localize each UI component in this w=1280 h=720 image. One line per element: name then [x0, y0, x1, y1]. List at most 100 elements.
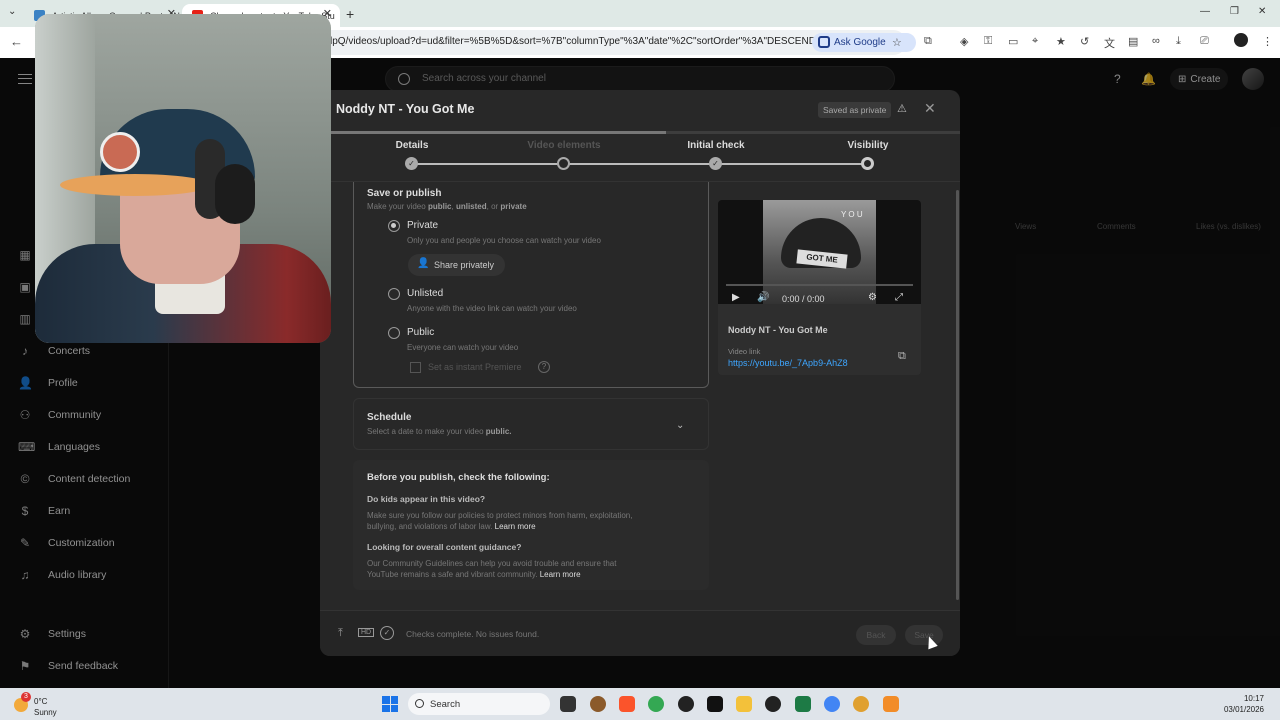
dialog-scrollbar[interactable] [956, 190, 959, 600]
learn-more-link[interactable]: Learn more [495, 522, 536, 531]
option-desc-private: Only you and people you choose can watch… [407, 236, 601, 245]
share-privately-button[interactable]: 👤 Share privately [408, 254, 505, 276]
location-icon[interactable]: ⌖ [1032, 35, 1038, 48]
download-icon[interactable]: ⤓ [1176, 35, 1181, 48]
vlc-icon[interactable] [883, 696, 899, 712]
video-preview-card: Y O U GOT ME ▶ 🔊 0:00 / 0:00 ⚙ ⤢ Noddy N… [718, 200, 921, 375]
app-icon[interactable] [590, 696, 606, 712]
save-button[interactable]: Save [905, 625, 943, 645]
history-icon[interactable]: ↺ [1080, 35, 1089, 48]
excel-icon[interactable] [795, 696, 811, 712]
schedule-sub-bold: public. [485, 427, 512, 436]
upload-progress-fill [320, 131, 666, 134]
volume-icon[interactable]: 🔊 [757, 292, 769, 303]
option-label-unlisted[interactable]: Unlisted [407, 288, 443, 299]
extensions-icon[interactable]: ⧉ [924, 35, 932, 48]
option-label-public[interactable]: Public [407, 327, 434, 338]
check-icon: ✓ [709, 157, 722, 170]
fullscreen-icon[interactable]: ⤢ [895, 292, 903, 303]
step-video-elements[interactable]: Video elements [514, 140, 614, 151]
section-subtitle: Make your video public, unlisted, or pri… [367, 202, 527, 211]
tiktok-icon[interactable] [707, 696, 723, 712]
schedule-sub-prefix: Select a date to make your video [367, 427, 484, 436]
radio-unlisted[interactable] [388, 288, 400, 300]
video-link[interactable]: https://youtu.be/_7Apb9-AhZ8 [728, 358, 848, 368]
close-icon[interactable]: ✕ [924, 100, 936, 117]
profile-avatar-icon[interactable] [1234, 33, 1248, 47]
url-text: lpQ/videos/upload?d=ud&filter=%5B%5D&sor… [330, 36, 835, 47]
bookmarks-icon[interactable]: ★ [1056, 35, 1066, 48]
schedule-heading: Schedule [367, 412, 412, 423]
taskbar-search[interactable]: Search [408, 693, 550, 715]
checklist-answer-guidance: Our Community Guidelines can help you av… [367, 558, 637, 580]
subtitle-prefix: Make your video [367, 202, 426, 211]
step-details[interactable]: Details [382, 140, 442, 151]
upload-dialog: Noddy NT - You Got Me Saved as private ⚠… [320, 90, 960, 656]
menu-kebab-icon[interactable]: ⋮ [1262, 35, 1273, 48]
step-visibility[interactable]: Visibility [838, 140, 898, 151]
option-label-private[interactable]: Private [407, 220, 438, 231]
instant-premiere-checkbox[interactable] [410, 362, 421, 373]
save-or-publish-section: Save or publish Make your video public, … [353, 182, 709, 388]
weather-badge: 3 [21, 692, 31, 702]
radio-private[interactable] [388, 220, 400, 232]
minimize-icon[interactable]: — [1200, 6, 1210, 17]
reading-icon[interactable]: ▤ [1128, 35, 1138, 48]
upload-progress-bar [320, 131, 960, 134]
section-heading: Save or publish [367, 188, 442, 199]
copy-icon[interactable]: ⧉ [898, 350, 906, 363]
app-icon[interactable] [853, 696, 869, 712]
restore-icon[interactable]: ❐ [1230, 6, 1239, 17]
tab-search-icon[interactable]: ⌄ [8, 6, 16, 17]
weather-temp: 0°C [34, 697, 48, 706]
window-close-icon[interactable]: ✕ [1258, 6, 1266, 17]
headphones-earcup [215, 164, 255, 224]
option-desc-public: Everyone can watch your video [407, 343, 519, 352]
video-thumbnail: Y O U GOT ME [763, 200, 876, 304]
learn-more-link[interactable]: Learn more [540, 570, 581, 579]
app-icon[interactable] [678, 696, 694, 712]
subtitle-public: public [427, 202, 452, 211]
video-scrubber[interactable] [726, 284, 913, 286]
step-initial-check[interactable]: Initial check [676, 140, 756, 151]
file-explorer-icon[interactable] [736, 696, 752, 712]
schedule-subtitle: Select a date to make your video public. [367, 427, 512, 436]
gear-icon[interactable]: ⚙ [868, 292, 877, 303]
video-title: Noddy NT - You Got Me [728, 325, 828, 335]
card-icon[interactable]: ▭ [1008, 35, 1018, 48]
new-tab-icon[interactable]: + [346, 6, 354, 22]
chevron-down-icon[interactable]: ⌄ [676, 420, 684, 431]
extension-icon[interactable]: ◈ [960, 35, 968, 48]
help-icon[interactable]: ? [538, 361, 550, 373]
clock-time: 10:17 [1243, 694, 1264, 703]
dialog-title: Noddy NT - You Got Me [336, 102, 475, 116]
task-view-icon[interactable] [560, 696, 576, 712]
saved-status-badge: Saved as private [818, 102, 892, 118]
video-player[interactable]: Y O U GOT ME ▶ 🔊 0:00 / 0:00 ⚙ ⤢ [718, 200, 921, 304]
taskbar-search-label: Search [430, 698, 461, 710]
schedule-section[interactable]: Schedule Select a date to make your vide… [353, 398, 709, 450]
brave-icon[interactable] [619, 696, 635, 712]
link-icon[interactable]: ∞ [1152, 35, 1160, 47]
prepublish-checklist: Before you publish, check the following:… [353, 460, 709, 590]
weather-condition: Sunny [34, 708, 57, 717]
app-icon[interactable] [765, 696, 781, 712]
back-arrow-icon[interactable]: ← [10, 34, 23, 49]
current-step-icon [861, 157, 874, 170]
windows-taskbar: 3 0°C Sunny Search 10:17 03/01/2026 [0, 688, 1280, 720]
subtitle-private: private [500, 202, 527, 211]
bookmark-star-icon[interactable]: ☆ [892, 36, 902, 49]
translate-icon[interactable]: 文 [1104, 35, 1115, 51]
clock-date: 03/01/2026 [1223, 705, 1264, 714]
chrome-active-icon[interactable] [824, 696, 840, 712]
back-button[interactable]: Back [856, 625, 896, 645]
windows-start-icon[interactable] [382, 696, 398, 712]
cast-icon[interactable]: ⎚ [1200, 35, 1209, 48]
radio-public[interactable] [388, 327, 400, 339]
password-icon[interactable]: ⚿ [984, 35, 992, 48]
taskbar-clock[interactable]: 10:17 03/01/2026 [1224, 693, 1264, 715]
feedback-icon[interactable]: ⚠ [897, 102, 907, 115]
play-icon[interactable]: ▶ [732, 292, 740, 303]
search-icon [415, 699, 424, 708]
chrome-icon[interactable] [648, 696, 664, 712]
